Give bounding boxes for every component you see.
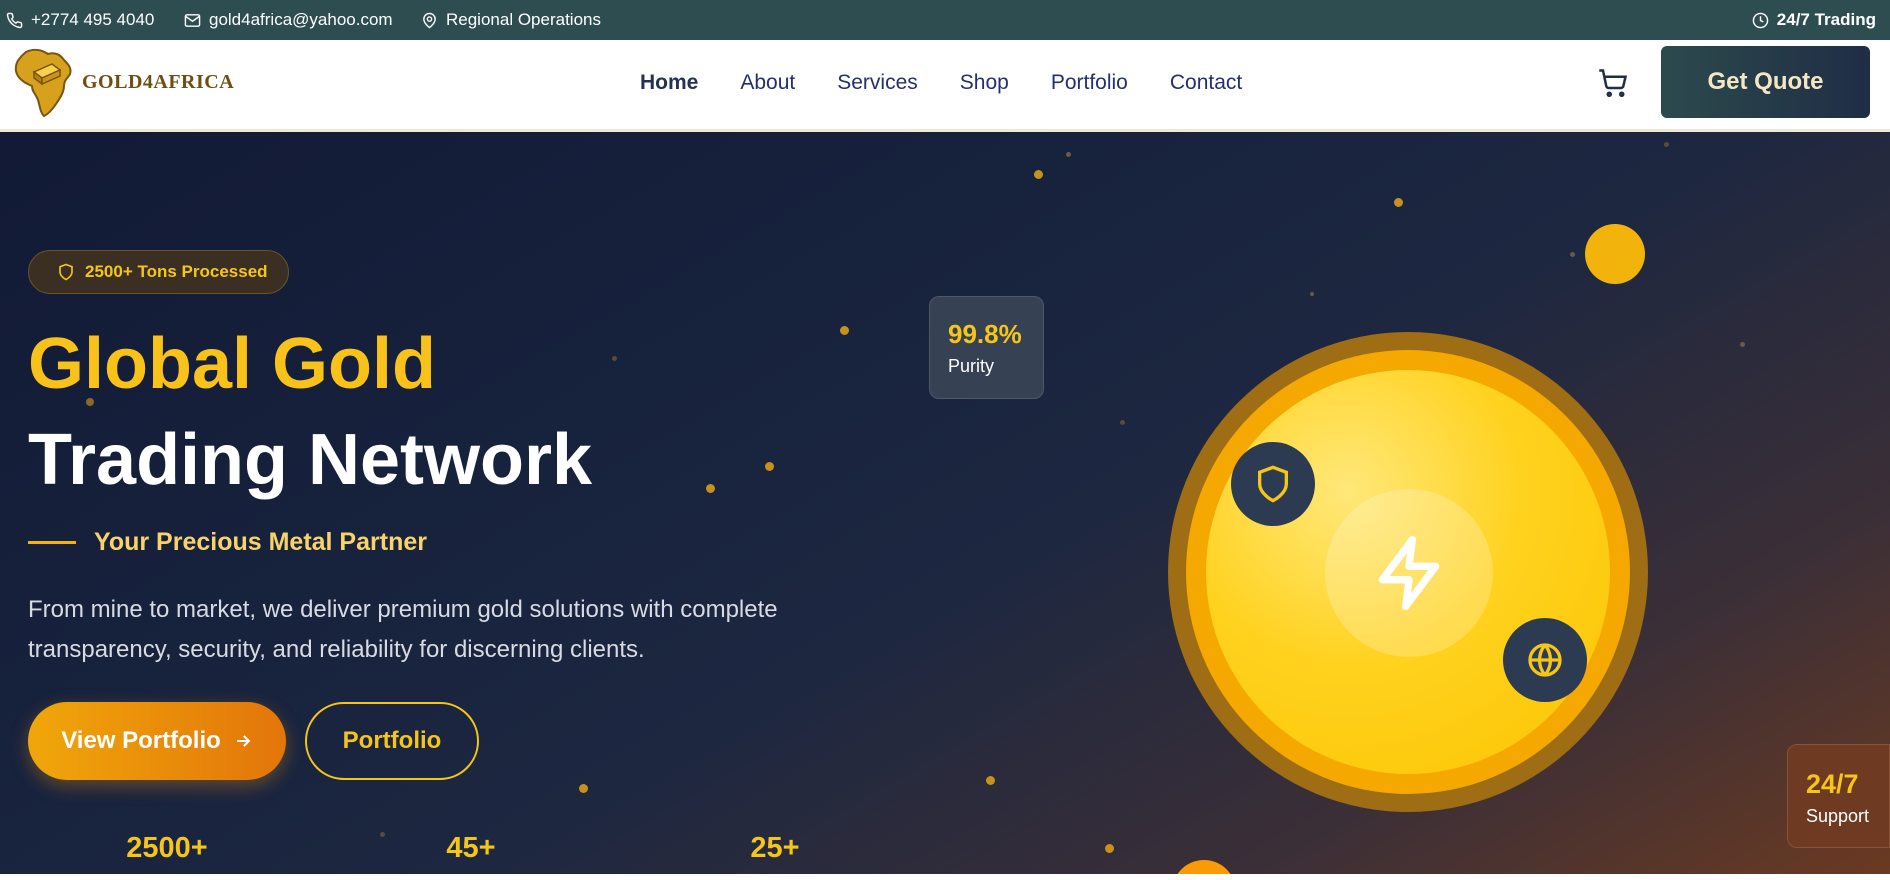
purity-label: Purity [948, 356, 995, 376]
clock-icon [1752, 12, 1769, 28]
support-value: 24/7 [1806, 769, 1859, 799]
location-info: Regional Operations [421, 0, 601, 40]
portfolio-button[interactable]: Portfolio [305, 702, 479, 780]
hero-description: From mine to market, we deliver premium … [28, 596, 778, 663]
email-address: gold4africa@yahoo.com [209, 10, 393, 29]
particle-dot [380, 832, 385, 837]
nav-item-home[interactable]: Home [640, 71, 698, 95]
tons-processed-badge: 2500+ Tons Processed [28, 250, 289, 294]
coin-center [1325, 489, 1493, 657]
cart-icon[interactable] [1598, 68, 1628, 98]
particle-dot [1740, 342, 1745, 347]
site-logo[interactable]: GOLD4AFRICA [12, 46, 234, 118]
particle-dot [1570, 252, 1575, 257]
tagline-divider [28, 541, 76, 544]
nav-item-contact[interactable]: Contact [1170, 71, 1242, 95]
top-bar: +2774 495 4040 gold4africa@yahoo.com Reg… [0, 0, 1890, 40]
hero-section: 2500+ Tons Processed Global Gold Trading… [0, 132, 1890, 874]
view-portfolio-label: View Portfolio [61, 727, 221, 754]
hours-text: 24/7 Trading [1776, 10, 1876, 29]
badge-text: 2500+ Tons Processed [85, 262, 268, 281]
particle-dot [1034, 170, 1043, 179]
location-text: Regional Operations [446, 10, 601, 29]
particle-dot [1066, 152, 1071, 157]
site-header: GOLD4AFRICA Home About Services Shop Por… [0, 40, 1890, 132]
decorative-gold-ball [1585, 224, 1645, 284]
main-nav: Home About Services Shop Portfolio Conta… [640, 40, 1284, 126]
lightning-icon [1378, 536, 1440, 610]
shield-icon [59, 263, 73, 281]
phone-contact[interactable]: +2774 495 4040 [6, 0, 154, 40]
support-label: Support [1806, 806, 1870, 826]
particle-dot [612, 356, 617, 361]
hero-title-line1: Global Gold [28, 324, 436, 404]
view-portfolio-button[interactable]: View Portfolio [28, 702, 286, 780]
nav-item-shop[interactable]: Shop [960, 71, 1009, 95]
particle-dot [1120, 420, 1125, 425]
shield-badge [1231, 442, 1315, 526]
particle-dot [840, 326, 849, 335]
particle-dot [706, 484, 715, 493]
support-card: 24/7 Support [1787, 744, 1890, 848]
stat-countries: 45+ [446, 832, 496, 864]
nav-item-about[interactable]: About [740, 71, 795, 95]
map-pin-icon [423, 12, 436, 28]
particle-dot [1105, 844, 1114, 853]
phone-number: +2774 495 4040 [31, 10, 155, 29]
nav-item-services[interactable]: Services [837, 71, 918, 95]
africa-logo-icon [14, 48, 72, 118]
mail-icon [184, 13, 201, 27]
particle-dot [1664, 142, 1669, 147]
purity-card: 99.8% Purity [929, 296, 1044, 399]
shield-icon [1258, 465, 1288, 503]
particle-dot [1310, 292, 1314, 296]
globe-icon [1528, 643, 1562, 677]
arrow-right-icon [236, 735, 251, 747]
stat-tons: 2500+ [126, 832, 208, 864]
purity-value: 99.8% [948, 319, 1022, 349]
particle-dot [765, 462, 774, 471]
nav-item-portfolio[interactable]: Portfolio [1051, 71, 1128, 95]
phone-icon [6, 12, 23, 28]
logo-text: GOLD4AFRICA [82, 70, 235, 93]
stat-years: 25+ [750, 832, 800, 864]
globe-badge [1503, 618, 1587, 702]
decorative-orange-ball [1172, 860, 1236, 874]
hero-title-line2: Trading Network [28, 420, 593, 500]
particle-dot [986, 776, 995, 785]
particle-dot [1394, 198, 1403, 207]
get-quote-button[interactable]: Get Quote [1661, 46, 1870, 118]
hero-tagline: Your Precious Metal Partner [28, 528, 427, 557]
email-contact[interactable]: gold4africa@yahoo.com [184, 0, 393, 40]
trading-hours: 24/7 Trading [1752, 0, 1876, 40]
tagline-text: Your Precious Metal Partner [94, 528, 427, 556]
particle-dot [579, 784, 588, 793]
